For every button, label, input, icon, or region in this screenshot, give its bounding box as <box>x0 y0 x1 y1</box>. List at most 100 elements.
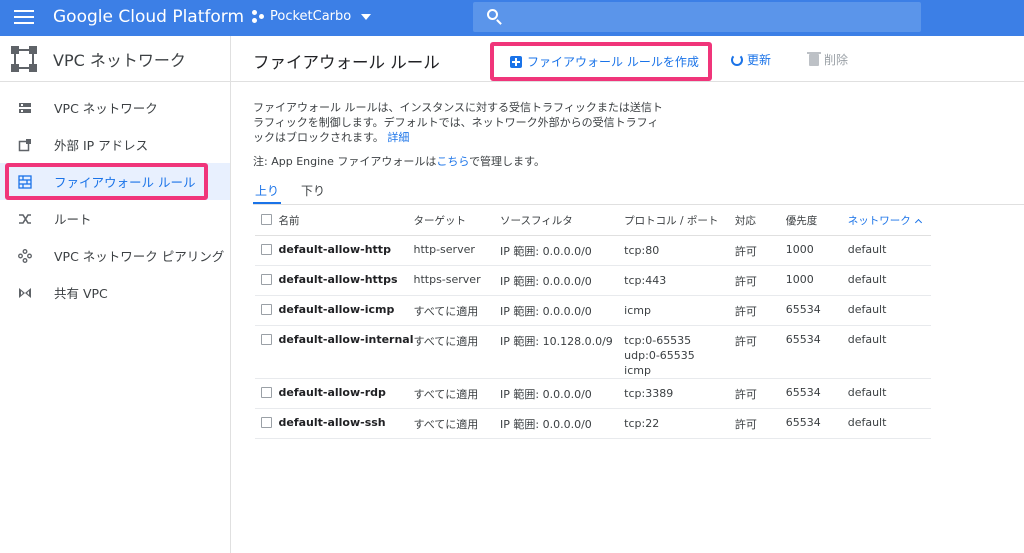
add-box-icon <box>510 55 522 68</box>
column-header-target[interactable]: ターゲット <box>413 207 501 236</box>
table-row[interactable]: default-allow-icmp すべてに適用 IP 範囲: 0.0.0.0… <box>255 295 931 326</box>
row-checkbox[interactable] <box>261 333 272 345</box>
protocol-line: icmp <box>624 303 651 317</box>
sidebar-item-routes[interactable]: ルート <box>0 200 230 237</box>
rule-target: https-server <box>413 265 501 296</box>
column-header-name[interactable]: 名前 <box>278 207 414 236</box>
rule-target: すべてに適用 <box>413 295 501 326</box>
trash-icon <box>807 51 821 66</box>
rule-source: IP 範囲: 0.0.0.0/0 <box>500 378 625 409</box>
protocol-line: udp:0-65535 <box>624 348 695 362</box>
firewall-rules-table: 名前 ターゲット ソースフィルタ プロトコル / ポート 対応 優先度 ネットワ… <box>255 207 931 439</box>
table-row[interactable]: default-allow-rdp すべてに適用 IP 範囲: 0.0.0.0/… <box>255 378 931 409</box>
note-link[interactable]: こちら <box>436 155 469 168</box>
rule-name[interactable]: default-allow-https <box>278 265 414 296</box>
project-selector[interactable]: PocketCarbo <box>252 9 372 24</box>
search-bar[interactable] <box>473 2 921 32</box>
rule-name[interactable]: default-allow-rdp <box>278 378 414 409</box>
details-link[interactable]: 詳細 <box>387 131 409 144</box>
protocol-line: tcp:3389 <box>624 386 674 400</box>
rule-target: http-server <box>413 235 501 266</box>
rule-target: すべてに適用 <box>413 408 501 439</box>
vpc-product-icon <box>11 45 37 72</box>
rule-network: default <box>847 408 931 439</box>
sidebar-item-label: 共有 VPC <box>54 286 108 301</box>
action-bar: ファイアウォール ルール ファイアウォール ルールを作成 更新 削除 <box>231 36 1024 82</box>
protocol-line: tcp:0-65535 <box>624 333 692 347</box>
search-input[interactable] <box>507 6 907 28</box>
description: ファイアウォール ルールは、インスタンスに対する受信トラフィックまたは送信トラフ… <box>253 100 663 145</box>
table-row[interactable]: default-allow-http http-server IP 範囲: 0.… <box>255 235 931 266</box>
tab-egress[interactable]: 下り <box>299 176 327 204</box>
rule-target: すべてに適用 <box>413 378 501 409</box>
table-row[interactable]: default-allow-ssh すべてに適用 IP 範囲: 0.0.0.0/… <box>255 408 931 439</box>
sidebar-item-label: 外部 IP アドレス <box>54 138 149 153</box>
refresh-icon <box>731 53 743 66</box>
rule-priority: 1000 <box>785 265 848 296</box>
sidebar-item-external-ip[interactable]: 外部 IP アドレス <box>0 126 230 163</box>
table-row[interactable]: default-allow-internal すべてに適用 IP 範囲: 10.… <box>255 325 931 379</box>
sidebar-item-label: VPC ネットワーク <box>54 101 158 116</box>
create-firewall-rule-button[interactable]: ファイアウォール ルールを作成 <box>490 42 712 81</box>
tab-ingress[interactable]: 上り <box>253 176 282 204</box>
main-content: ファイアウォール ルール ファイアウォール ルールを作成 更新 削除 ファイアウ… <box>231 36 1024 553</box>
rule-name[interactable]: default-allow-internal <box>278 325 414 379</box>
rule-protocol: tcp:443 <box>624 265 735 296</box>
top-bar: Google Cloud Platform PocketCarbo <box>0 0 1024 36</box>
peering-icon <box>18 248 32 263</box>
rule-network: default <box>847 325 931 379</box>
rule-priority: 65534 <box>785 408 848 439</box>
column-header-protocol[interactable]: プロトコル / ポート <box>624 207 735 236</box>
row-checkbox[interactable] <box>261 416 272 428</box>
sidebar-title: VPC ネットワーク <box>53 50 186 70</box>
rule-network: default <box>847 378 931 409</box>
sidebar-item-vpc-network[interactable]: VPC ネットワーク <box>0 89 230 126</box>
row-checkbox[interactable] <box>261 386 272 398</box>
column-header-action[interactable]: 対応 <box>734 207 786 236</box>
vpc-network-icon <box>18 101 32 115</box>
search-icon <box>487 9 498 20</box>
rule-source: IP 範囲: 0.0.0.0/0 <box>500 408 625 439</box>
protocol-line: icmp <box>624 363 651 377</box>
rule-name[interactable]: default-allow-icmp <box>278 295 414 326</box>
app-title[interactable]: Google Cloud Platform <box>53 7 244 27</box>
menu-icon[interactable] <box>14 10 34 26</box>
table-row[interactable]: default-allow-https https-server IP 範囲: … <box>255 265 931 296</box>
sidebar-item-label: ルート <box>54 212 92 227</box>
sidebar-item-vpc-peering[interactable]: VPC ネットワーク ピアリング <box>0 237 230 274</box>
external-ip-icon <box>18 138 32 152</box>
chevron-down-icon <box>361 13 372 20</box>
rule-protocol: tcp:80 <box>624 235 735 266</box>
rule-protocol: tcp:0-65535 udp:0-65535 icmp <box>624 325 735 379</box>
column-header-source[interactable]: ソースフィルタ <box>500 207 625 236</box>
firewall-icon <box>18 174 32 189</box>
row-checkbox[interactable] <box>261 243 272 255</box>
column-header-priority[interactable]: 優先度 <box>785 207 848 236</box>
select-all-checkbox[interactable] <box>261 214 272 226</box>
rule-source: IP 範囲: 0.0.0.0/0 <box>500 235 625 266</box>
sidebar-item-label: VPC ネットワーク ピアリング <box>54 249 225 264</box>
column-header-network[interactable]: ネットワーク <box>847 207 931 236</box>
rule-action: 許可 <box>734 325 786 379</box>
protocol-line: tcp:80 <box>624 243 660 257</box>
row-checkbox[interactable] <box>261 303 272 315</box>
sidebar: VPC ネットワーク VPC ネットワーク 外部 IP アドレス ファイアウォー… <box>0 36 231 553</box>
rule-name[interactable]: default-allow-http <box>278 235 414 266</box>
refresh-button[interactable]: 更新 <box>731 51 771 68</box>
protocol-line: tcp:22 <box>624 416 660 430</box>
note-prefix: 注: App Engine ファイアウォールは <box>253 155 437 168</box>
rule-name[interactable]: default-allow-ssh <box>278 408 414 439</box>
sort-ascending-icon <box>914 219 922 227</box>
sidebar-item-firewall-rules[interactable]: ファイアウォール ルール <box>0 163 230 200</box>
note-suffix: で管理します。 <box>469 155 545 168</box>
route-icon <box>18 212 32 226</box>
rule-source: IP 範囲: 0.0.0.0/0 <box>500 295 625 326</box>
rule-network: default <box>847 235 931 266</box>
sidebar-item-shared-vpc[interactable]: 共有 VPC <box>0 274 230 311</box>
rule-priority: 65534 <box>785 325 848 379</box>
delete-button[interactable]: 削除 <box>807 51 848 68</box>
page-title: ファイアウォール ルール <box>253 53 440 72</box>
rule-protocol: tcp:22 <box>624 408 735 439</box>
row-checkbox[interactable] <box>261 273 272 285</box>
sidebar-nav: VPC ネットワーク 外部 IP アドレス ファイアウォール ルール ルート V… <box>0 89 230 311</box>
